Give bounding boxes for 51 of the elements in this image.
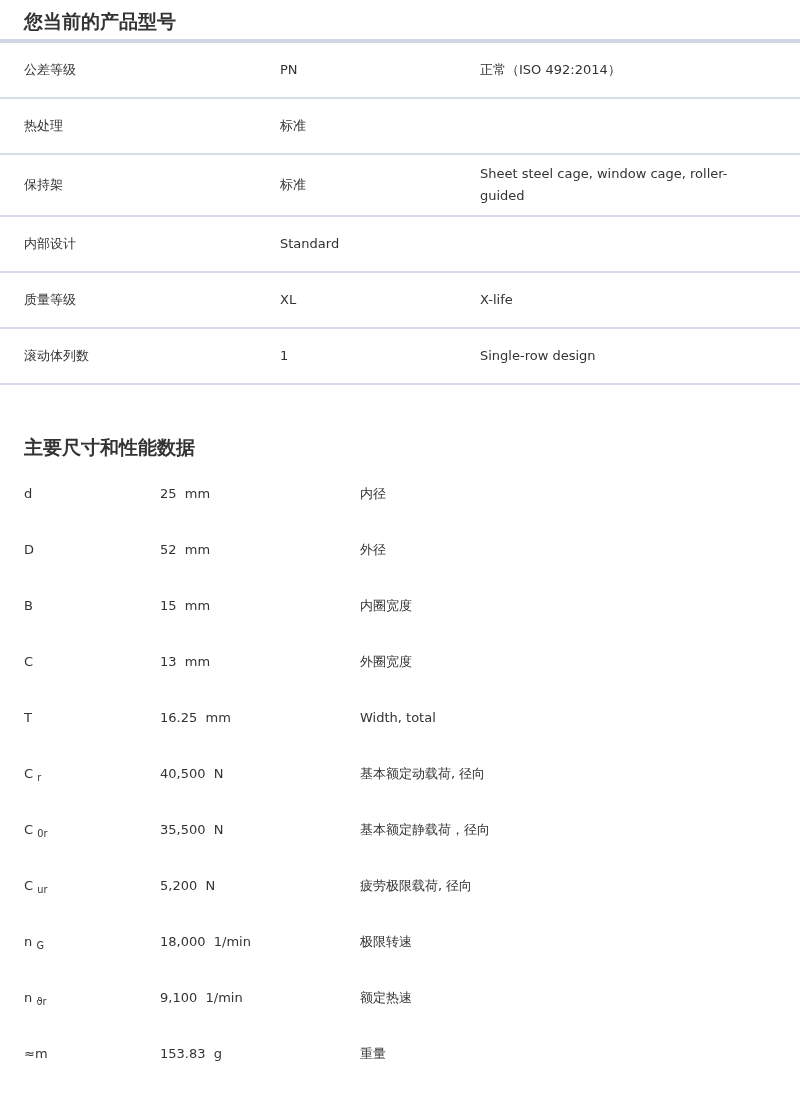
symbol-label: d [23, 485, 34, 504]
dimension-value: 25 mm [160, 485, 212, 504]
symbol-label: B [23, 597, 34, 616]
dimension-description: 基本额定静载荷，径向 [360, 821, 490, 840]
symbol-label: C $_{ur}$ [23, 877, 49, 896]
dimension-value: 40,500 N [160, 765, 225, 784]
spec-value: 标准 [280, 176, 307, 194]
dimension-description: 外径 [360, 541, 386, 560]
section-title: 您当前的产品型号 [22, 9, 177, 34]
spec-description: Single-row design [480, 347, 597, 365]
section-title: 主要尺寸和性能数据 [23, 435, 196, 460]
dimension-description: 内径 [360, 485, 386, 504]
spec-value: PN [280, 61, 299, 79]
symbol-label: ≈m [23, 1045, 49, 1064]
symbol-label: C [23, 653, 35, 672]
spec-label: 内部设计 [23, 235, 77, 253]
symbol-label: n $_{ϑr}$ [23, 989, 48, 1008]
dimension-description: 外圈宽度 [360, 653, 412, 672]
spec-label: 公差等级 [23, 61, 77, 79]
symbol-label: D [23, 541, 35, 560]
dimension-value: 52 mm [160, 541, 212, 560]
spec-description: X-life [480, 291, 514, 309]
spec-label: 热处理 [23, 117, 64, 135]
dimension-value: 16.25 mm [160, 709, 232, 728]
symbol-label: C $_{r}$ [23, 765, 43, 784]
dimension-value: 15 mm [160, 597, 212, 616]
dimension-description: 极限转速 [360, 933, 412, 952]
symbol-label: C $_{0r}$ [23, 821, 49, 840]
dimension-value: 18,000 1/min [160, 933, 252, 952]
spec-value: Standard [280, 235, 341, 253]
dimension-description: Width, total [360, 709, 436, 728]
dimension-description: 内圈宽度 [360, 597, 412, 616]
spec-label: 滚动体列数 [23, 347, 90, 365]
symbol-label: T [23, 709, 33, 728]
dimension-description: 重量 [360, 1045, 386, 1064]
dimension-description: 疲劳极限载荷, 径向 [360, 877, 473, 896]
dimension-description: 额定热速 [360, 989, 412, 1008]
dimension-value: 9,100 1/min [160, 989, 244, 1008]
dimension-description: 基本额定动载荷, 径向 [360, 765, 486, 784]
spec-value: 标准 [280, 117, 307, 135]
spec-value: 1 [280, 347, 290, 365]
spec-label: 保持架 [23, 176, 64, 194]
dimension-value: 35,500 N [160, 821, 225, 840]
symbol-label: n $_{G}$ [23, 933, 45, 952]
spec-description: 正常（ISO 492:2014） [480, 61, 622, 79]
dimension-value: 5,200 N [160, 877, 217, 896]
dimension-value: 13 mm [160, 653, 212, 672]
spec-label: 质量等级 [23, 291, 77, 309]
spec-value: XL [280, 291, 298, 309]
dimension-value: 153.83 g [160, 1045, 223, 1064]
spec-description: Sheet steel cage, window cage, roller-guided [480, 165, 729, 205]
